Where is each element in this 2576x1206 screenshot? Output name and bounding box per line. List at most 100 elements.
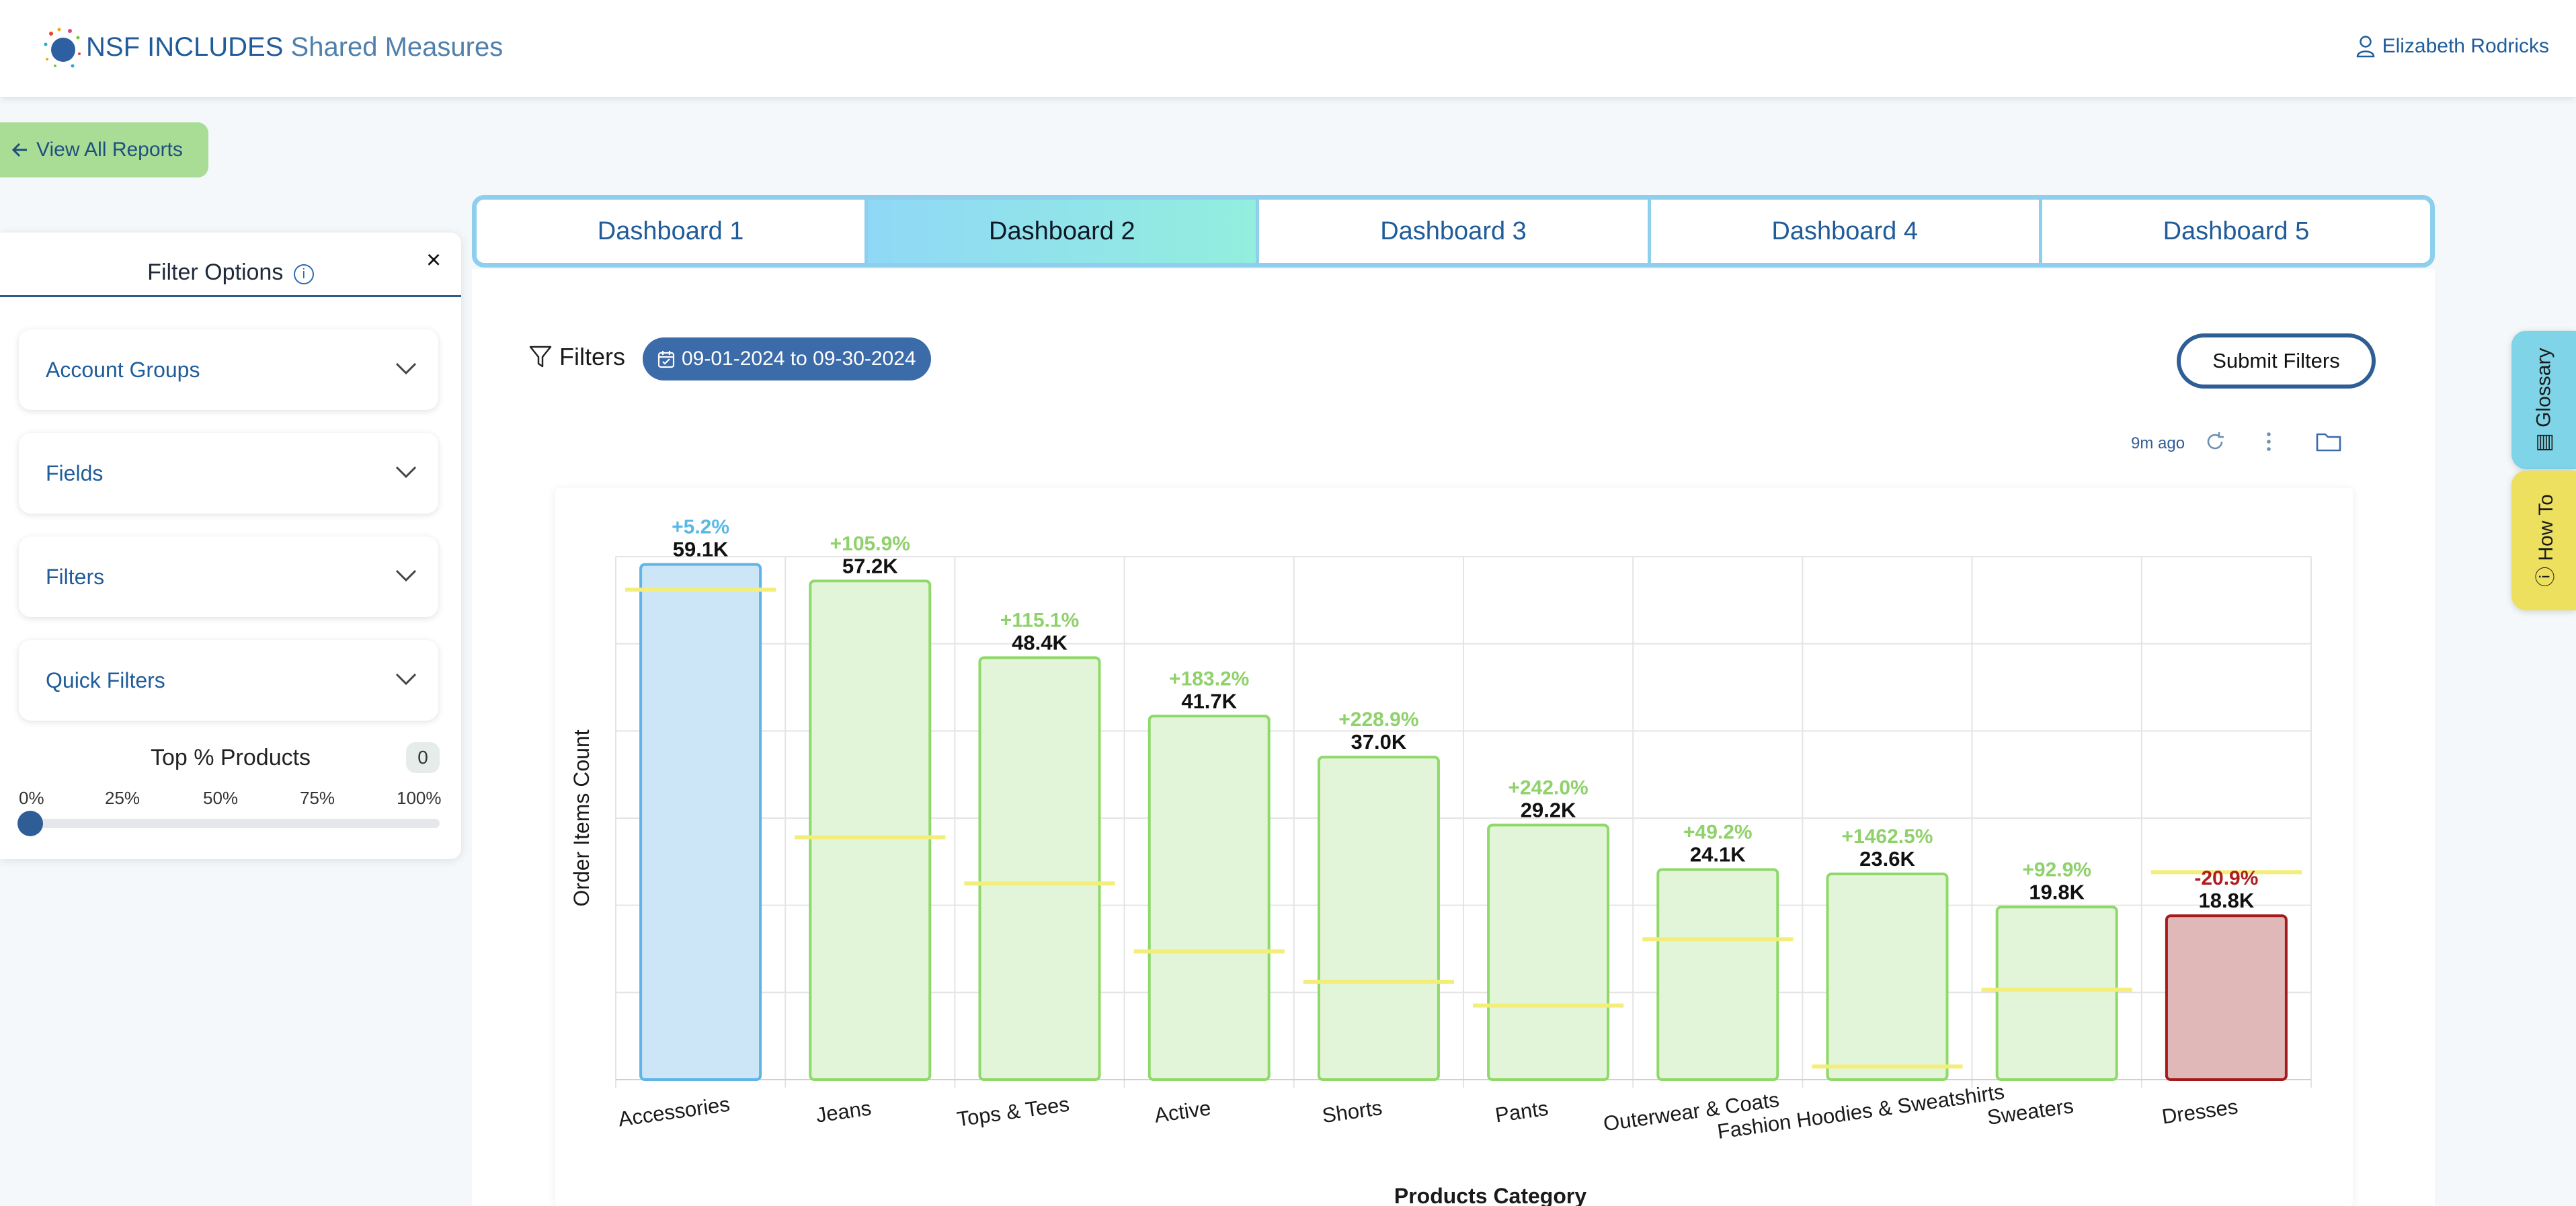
bar-chart: 59.1K+5.2% Accessories 57.2K+105.9% Jeans 48… bbox=[569, 516, 2312, 1206]
chevron-down-icon bbox=[395, 362, 417, 375]
folder-icon[interactable] bbox=[2315, 430, 2342, 453]
refresh-icon[interactable] bbox=[2204, 430, 2226, 453]
chevron-down-icon bbox=[395, 673, 417, 686]
x-tick-label: Dresses bbox=[2161, 1094, 2239, 1128]
x-tick-label: Shorts bbox=[1321, 1096, 1384, 1127]
top-percent-slider-thumb[interactable] bbox=[17, 811, 43, 836]
top-percent-label: Top % Products bbox=[150, 745, 311, 770]
bar-8 bbox=[1995, 906, 2118, 1081]
user-name: Elizabeth Rodricks bbox=[2382, 35, 2549, 57]
bar-change-label: +183.2% bbox=[1169, 668, 1249, 690]
bar-change-label: +105.9% bbox=[830, 532, 910, 555]
user-menu[interactable]: Elizabeth Rodricks bbox=[2356, 35, 2549, 58]
bar-2 bbox=[978, 656, 1101, 1081]
bar-value-label: 18.8K bbox=[2199, 889, 2255, 912]
x-tick-label: Accessories bbox=[616, 1092, 731, 1131]
bar-change-label: +5.2% bbox=[672, 516, 729, 538]
how-to-side-tab[interactable]: ⓘ How To bbox=[2511, 471, 2576, 610]
bar-value-label: 29.2K bbox=[1521, 798, 1576, 821]
bar-1 bbox=[809, 579, 932, 1082]
last-updated-text: 9m ago bbox=[2131, 434, 2185, 452]
filter-panel-title: Filter Options i bbox=[0, 259, 461, 286]
bar-value-label: 48.4K bbox=[1012, 631, 1068, 654]
accordion-label: Quick Filters bbox=[46, 668, 165, 692]
how-to-text: How To bbox=[2535, 494, 2557, 561]
accordion-quick-filters[interactable]: Quick Filters bbox=[19, 640, 438, 721]
close-icon[interactable]: × bbox=[426, 246, 441, 275]
bar-3 bbox=[1148, 715, 1271, 1082]
filter-options-panel: Filter Options i × Account Groups Fields… bbox=[0, 233, 461, 859]
tab-dashboard-3[interactable]: Dashboard 3 bbox=[1259, 200, 1651, 263]
bar-change-label: +49.2% bbox=[1683, 821, 1753, 844]
logo-icon[interactable] bbox=[39, 24, 87, 73]
submit-filters-button[interactable]: Submit Filters bbox=[2177, 333, 2376, 389]
filters-toggle[interactable]: Filters bbox=[528, 343, 625, 371]
date-range-label: 09-01-2024 to 09-30-2024 bbox=[682, 348, 916, 370]
filters-label: Filters bbox=[559, 343, 625, 370]
x-tick-label: Active bbox=[1153, 1096, 1212, 1127]
slider-tick-label: 50% bbox=[203, 788, 239, 808]
book-icon: ▤ bbox=[2532, 433, 2555, 452]
info-icon[interactable]: i bbox=[293, 264, 314, 284]
slider-tick-label: 75% bbox=[300, 788, 335, 808]
bar-7 bbox=[1826, 872, 1949, 1082]
brand-title[interactable]: NSF INCLUDES Shared Measures bbox=[86, 32, 503, 63]
calendar-icon bbox=[657, 351, 675, 368]
view-all-reports-button[interactable]: View All Reports bbox=[0, 122, 208, 177]
glossary-label: ▤ Glossary bbox=[2532, 348, 2556, 452]
top-navbar: NSF INCLUDES Shared Measures Elizabeth R… bbox=[0, 0, 2576, 97]
accordion-label: Account Groups bbox=[46, 358, 200, 382]
bar-change-label: +242.0% bbox=[1508, 776, 1588, 799]
tab-dashboard-1[interactable]: Dashboard 1 bbox=[477, 200, 869, 263]
view-all-reports-label: View All Reports bbox=[36, 138, 183, 161]
accordion-label: Fields bbox=[46, 461, 104, 485]
bar-value-label: 19.8K bbox=[2029, 880, 2085, 903]
bar-change-label: +92.9% bbox=[2022, 858, 2091, 881]
chevron-down-icon bbox=[395, 569, 417, 582]
x-axis-title: Products Category bbox=[1394, 1184, 1586, 1206]
filter-panel-header: Filter Options i × bbox=[0, 233, 461, 297]
more-options-icon[interactable] bbox=[2257, 430, 2280, 453]
bar-value-label: 57.2K bbox=[842, 554, 898, 577]
chevron-down-icon bbox=[395, 466, 417, 479]
x-tick-label: Pants bbox=[1494, 1096, 1549, 1127]
date-range-chip[interactable]: 09-01-2024 to 09-30-2024 bbox=[643, 337, 931, 380]
glossary-text: Glossary bbox=[2532, 348, 2555, 428]
bar-4 bbox=[1317, 756, 1440, 1081]
bar-9 bbox=[2165, 914, 2288, 1082]
tab-dashboard-5[interactable]: Dashboard 5 bbox=[2042, 200, 2430, 263]
tab-dashboard-4[interactable]: Dashboard 4 bbox=[1651, 200, 2042, 263]
tab-dashboard-2[interactable]: Dashboard 2 bbox=[868, 200, 1260, 263]
bar-change-label: -20.9% bbox=[2194, 867, 2258, 889]
bar-value-label: 41.7K bbox=[1181, 689, 1237, 713]
top-percent-value-badge: 0 bbox=[406, 742, 440, 773]
brand-strong: NSF INCLUDES bbox=[86, 32, 284, 62]
bar-6 bbox=[1656, 868, 1779, 1082]
accordion-filters[interactable]: Filters bbox=[19, 536, 438, 617]
accordion-account-groups[interactable]: Account Groups bbox=[19, 329, 438, 410]
slider-tick-label: 0% bbox=[19, 788, 44, 808]
bar-change-label: +1462.5% bbox=[1842, 826, 1933, 848]
brand-light: Shared Measures bbox=[290, 32, 504, 62]
dashboard-tabs: Dashboard 1 Dashboard 2 Dashboard 3 Dash… bbox=[472, 195, 2435, 268]
info-circle-icon: ⓘ bbox=[2535, 566, 2557, 587]
x-tick-label: Tops & Tees bbox=[955, 1092, 1071, 1131]
accordion-fields[interactable]: Fields bbox=[19, 433, 438, 514]
top-percent-slider-track[interactable] bbox=[30, 819, 440, 828]
bar-5 bbox=[1487, 823, 1610, 1081]
bar-0 bbox=[639, 563, 762, 1082]
user-icon bbox=[2356, 36, 2374, 58]
y-axis-title: Order Items Count bbox=[569, 729, 594, 906]
bar-change-label: +228.9% bbox=[1338, 709, 1418, 731]
accordion-label: Filters bbox=[46, 565, 105, 589]
bar-value-label: 37.0K bbox=[1351, 730, 1407, 754]
bar-value-label: 24.1K bbox=[1690, 843, 1746, 867]
glossary-side-tab[interactable]: ▤ Glossary bbox=[2511, 331, 2576, 469]
bar-change-label: +115.1% bbox=[1000, 609, 1080, 631]
x-tick-label: Jeans bbox=[814, 1096, 873, 1127]
how-to-label: ⓘ How To bbox=[2529, 494, 2559, 587]
slider-tick-label: 100% bbox=[397, 788, 442, 808]
slider-tick-label: 25% bbox=[105, 788, 140, 808]
arrow-left-icon bbox=[11, 143, 27, 157]
bar-value-label: 59.1K bbox=[673, 538, 729, 561]
